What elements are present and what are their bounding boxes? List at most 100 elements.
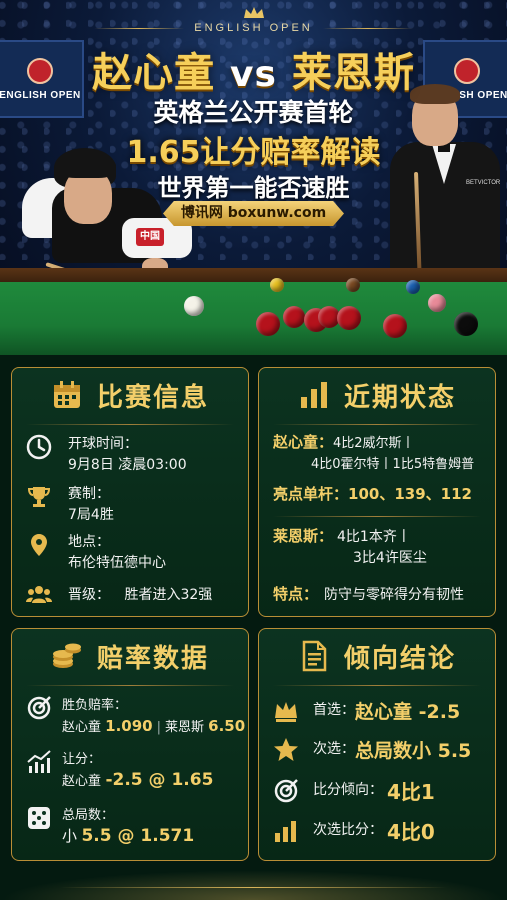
total-row: 总局数： 小 5.5 @ 1.571 (26, 805, 194, 848)
pick2-label: 次选： (313, 741, 355, 757)
score-value: 4比1 (387, 780, 435, 804)
p2-form-line2: 3比4许医尘 (353, 550, 427, 566)
verdict-title: 倾向结论 (343, 643, 456, 674)
advance-value: 胜者进入32强 (124, 586, 213, 603)
venue-value: 布伦特伍德中心 (68, 555, 166, 571)
alt-score-row: 次选比分： 4比0 (273, 816, 435, 845)
document-icon (302, 640, 327, 672)
crown-icon (243, 7, 264, 18)
pick1-value: 赵心童 -2.5 (355, 701, 461, 723)
winlose-p2-odds: 6.50 (208, 717, 246, 735)
format-label: 赛制： (68, 486, 110, 502)
pick1-row: 首选： 赵心童 -2.5 (273, 697, 460, 724)
p2-form-line1: 4比1本齐丨 (337, 529, 411, 545)
trend-chart-icon (27, 750, 51, 773)
black-ball (454, 312, 478, 336)
recent-form-title: 近期状态 (343, 382, 456, 413)
blue-ball (406, 280, 420, 294)
winlose-p2: 莱恩斯 (165, 720, 205, 735)
player2-name: 莱恩斯 (291, 50, 415, 96)
odds-header: 赔率数据 (12, 629, 248, 683)
recent-form-header: 近期状态 (259, 368, 495, 422)
pink-ball (428, 294, 446, 312)
bar-chart-icon (300, 382, 327, 408)
headline-sub3: 世界第一能否速胜 (157, 174, 350, 202)
footer-divider (60, 887, 447, 888)
yellow-ball (270, 278, 284, 292)
highlight-row: 亮点单杆：100、139、112 (273, 484, 472, 506)
verdict-card: 倾向结论 首选： 赵心童 -2.5 次选： 总局数小 5.5 比分倾向： 4比1… (258, 628, 496, 861)
winlose-row: 胜负赔率： 赵心童 1.090 | 莱恩斯 6.50 (26, 695, 245, 738)
trait-value: 防守与零碎得分有韧性 (324, 587, 465, 603)
clock-icon (26, 434, 52, 460)
headline-sub2: 1.65让分赔率解读 (126, 135, 381, 170)
recent-form-card: 近期状态 赵心童：4比2威尔斯丨 4比0霍尔特丨1比5特鲁姆普 亮点单杆：100… (258, 367, 496, 617)
red-ball (337, 306, 361, 330)
users-icon (26, 586, 52, 603)
alt-score-value: 4比0 (387, 820, 435, 844)
kickoff-row: 开球时间： 9月8日 凌晨03:00 (26, 434, 187, 476)
match-info-card: 比赛信息 开球时间： 9月8日 凌晨03:00 赛制： 7局4胜 地点： 布伦特… (11, 367, 249, 617)
trait-row: 特点： 防守与零碎得分有韧性 (273, 584, 464, 606)
player1-name: 赵心童 (92, 50, 216, 96)
site-badge[interactable]: 博讯网 boxunw.com (163, 201, 344, 226)
handicap-player: 赵心童 (62, 774, 102, 789)
winlose-p1-odds: 1.090 (105, 717, 153, 735)
location-pin-icon (31, 534, 47, 556)
match-info-title: 比赛信息 (96, 382, 209, 413)
trophy-icon (27, 487, 51, 507)
p1-form-name: 赵心童： (273, 433, 334, 451)
alt-score-label: 次选比分： (313, 822, 383, 838)
p1-form-line2: 4比0霍尔特丨1比5特鲁姆普 (311, 457, 475, 472)
advance-label: 晋级： (68, 586, 110, 603)
odds-title: 赔率数据 (96, 643, 209, 674)
target-icon (274, 778, 298, 802)
hero-banner: ENGLISH OPEN ENGLISH OPEN ENGLISH OPEN 中… (0, 0, 507, 355)
winlose-p1: 赵心童 (62, 720, 102, 735)
red-ball (283, 306, 305, 328)
handicap-label: 让分： (62, 752, 102, 767)
format-value: 7局4胜 (68, 507, 114, 523)
footer-glow (0, 870, 507, 900)
brown-ball (346, 278, 360, 292)
total-value: 5.5 @ 1.571 (81, 826, 195, 846)
sleeve-patch: 中国 (136, 228, 164, 246)
kickoff-label: 开球时间： (68, 436, 138, 452)
total-label: 总局数： (62, 808, 115, 823)
p2-form-name: 莱恩斯： (273, 527, 334, 545)
score-row: 比分倾向： 4比1 (273, 776, 435, 805)
event-tag: ENGLISH OPEN (0, 6, 507, 34)
pick2-value: 总局数小 5.5 (355, 740, 472, 762)
p1-form-line1: 4比2威尔斯丨 (333, 436, 415, 451)
bar-chart-icon (275, 820, 296, 842)
target-icon (27, 696, 51, 720)
handicap-value: -2.5 @ 1.65 (105, 770, 214, 790)
pick2-row: 次选： 总局数小 5.5 (273, 736, 471, 763)
p2-form: 莱恩斯： 4比1本齐丨 3比4许医尘 (273, 526, 488, 569)
kickoff-value: 9月8日 凌晨03:00 (68, 457, 187, 473)
match-info-header: 比赛信息 (12, 368, 248, 422)
red-ball (256, 312, 280, 336)
format-row: 赛制： 7局4胜 (26, 484, 114, 526)
star-icon (274, 737, 298, 761)
vs-text: vs (230, 54, 277, 95)
cue-ball (184, 296, 204, 316)
advance-row: 晋级： 胜者进入32强 (26, 582, 212, 608)
p1-form: 赵心童：4比2威尔斯丨 4比0霍尔特丨1比5特鲁姆普 (273, 432, 488, 475)
highlight-label: 亮点单杆： (273, 485, 349, 503)
pick1-label: 首选： (313, 702, 355, 718)
venue-row: 地点： 布伦特伍德中心 (26, 532, 166, 574)
venue-label: 地点： (68, 534, 110, 550)
headline-matchup: 赵心童 vs 莱恩斯 (0, 40, 507, 98)
crown-icon (275, 701, 297, 722)
verdict-header: 倾向结论 (259, 629, 495, 683)
odds-card: 赔率数据 胜负赔率： 赵心童 1.090 | 莱恩斯 6.50 让分： 赵心童 -2… (11, 628, 249, 861)
winlose-label: 胜负赔率： (62, 698, 128, 713)
event-tag-text: ENGLISH OPEN (194, 22, 313, 34)
red-ball (383, 314, 407, 338)
highlight-value: 100、139、112 (348, 485, 472, 503)
coins-icon (52, 643, 81, 668)
dice-icon (28, 807, 50, 829)
score-label: 比分倾向： (313, 782, 383, 798)
headline-sub1: 英格兰公开赛首轮 (153, 98, 354, 127)
